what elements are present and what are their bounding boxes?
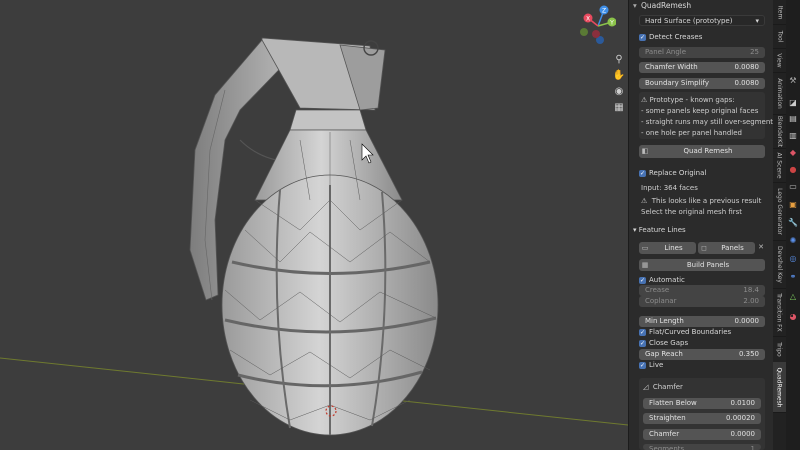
note-line: - straight runs may still over-segment (641, 118, 774, 126)
output-icon[interactable]: ▤ (788, 114, 798, 124)
chamfer-icon: ◿ (643, 383, 649, 391)
note-line: - one hole per panel handled (641, 129, 742, 137)
panel-header[interactable]: ▾ QuadRemesh (633, 0, 691, 11)
svg-text:Y: Y (609, 20, 614, 27)
panel-angle-field[interactable]: Panel Angle 25 (639, 47, 765, 58)
remesh-icon: ◧ (641, 147, 649, 155)
tab-animation[interactable]: Animation (773, 72, 786, 115)
tab-quadremesh[interactable]: QuadRemesh (773, 362, 786, 413)
render-icon[interactable]: ◪ (788, 98, 798, 108)
close-icon[interactable]: ✕ (757, 242, 765, 254)
mode-value: Hard Surface (prototype) (645, 17, 733, 25)
feature-lines-header[interactable]: ▾ Feature Lines (633, 225, 686, 235)
note-title: ⚠ Prototype - known gaps: (641, 96, 735, 104)
material-icon[interactable]: ◕ (788, 312, 798, 322)
feature-tabs: ▭ Lines ◻ Panels ✕ (639, 242, 765, 254)
build-panels-button[interactable]: ▦ Build Panels (639, 259, 765, 271)
warning-icon: ⚠ (641, 96, 648, 104)
zoom-icon[interactable]: ⚲ (612, 52, 626, 66)
panel-title: QuadRemesh (641, 1, 692, 10)
flatten-below-field[interactable]: Flatten Below 0.0100 (643, 398, 761, 409)
warning-line: ⚠ This looks like a previous result (641, 197, 762, 205)
tab-panels[interactable]: ◻ Panels (698, 242, 755, 254)
tab-tripo[interactable]: Tripo (773, 336, 786, 363)
detect-creases-checkbox[interactable]: ✓ Detect Creases (639, 32, 765, 43)
tab-item[interactable]: Item (773, 0, 786, 25)
mode-dropdown[interactable]: Hard Surface (prototype) ▾ (639, 15, 765, 26)
pan-hand-icon[interactable]: ✋ (612, 68, 626, 82)
properties-icon-strip: ⚒ ◪ ▤ ▥ ◆ ● ▭ ▣ 🔧 ✺ ◎ ⚭ △ ◕ (786, 0, 800, 450)
tool-icon[interactable]: ⚒ (788, 76, 798, 86)
lines-icon: ▭ (641, 243, 649, 252)
chevron-down-icon: ▾ (633, 226, 637, 234)
view-layer-icon[interactable]: ▥ (788, 131, 798, 141)
collection-icon[interactable]: ▭ (788, 182, 798, 192)
checkmark-icon: ✓ (639, 170, 646, 177)
close-gaps-checkbox[interactable]: ✓ Close Gaps (639, 338, 765, 349)
note-line: - some panels keep original faces (641, 107, 759, 115)
tab-view[interactable]: View (773, 48, 786, 73)
chevron-down-icon: ▾ (633, 1, 637, 10)
live-checkbox[interactable]: ✓ Live (639, 360, 765, 371)
gap-reach-field[interactable]: Gap Reach 0.350 (639, 349, 765, 360)
grid-icon: ▦ (641, 260, 649, 269)
checkmark-icon: ✓ (639, 340, 646, 347)
scene-icon[interactable]: ◆ (788, 148, 798, 158)
boundary-simplify-field[interactable]: Boundary Simplify 0.0080 (639, 78, 765, 89)
checkmark-icon: ✓ (639, 329, 646, 336)
chevron-down-icon: ▾ (755, 17, 759, 25)
constraints-icon[interactable]: ⚭ (788, 272, 798, 282)
svg-text:Z: Z (602, 8, 606, 15)
checkmark-icon: ✓ (639, 34, 646, 41)
particles-icon[interactable]: ✺ (788, 236, 798, 246)
quadremesh-panel: ▾ QuadRemesh Hard Surface (prototype) ▾ ✓ D… (628, 0, 774, 450)
sidebar-tabs: Item Tool View Animation BlenderKit AI S… (773, 0, 786, 450)
chamfer-width-field[interactable]: Chamfer Width 0.0080 (639, 62, 765, 73)
checkmark-icon: ✓ (639, 362, 646, 369)
tab-lines[interactable]: ▭ Lines (639, 242, 696, 254)
grid-ortho-icon[interactable]: ▦ (612, 100, 626, 114)
quad-remesh-button[interactable]: ◧ Quad Remesh (639, 145, 765, 158)
world-icon[interactable]: ● (788, 165, 798, 175)
straighten-field[interactable]: Straighten 0.00020 (643, 413, 761, 424)
segments-field[interactable]: Segments 1 (643, 444, 761, 450)
min-length-field[interactable]: Min Length 0.0000 (639, 316, 765, 327)
object-icon[interactable]: ▣ (788, 200, 798, 210)
tab-tool[interactable]: Tool (773, 24, 786, 49)
flat-curved-checkbox[interactable]: ✓ Flat/Curved Boundaries (639, 327, 765, 338)
replace-original-checkbox[interactable]: ✓ Replace Original (639, 168, 765, 179)
navigation-gizmo[interactable]: Z Y X (576, 4, 616, 48)
input-info: Input: 364 faces (641, 184, 698, 192)
tab-ai-scene[interactable]: AI Scene (773, 148, 786, 183)
grenade-mesh (0, 37, 628, 436)
tab-blenderkit[interactable]: BlenderKit (773, 114, 786, 149)
warning-icon: ⚠ (641, 197, 648, 205)
tab-transition-fx[interactable]: Transition FX (773, 288, 786, 337)
svg-text:X: X (586, 16, 590, 23)
camera-icon[interactable]: ◉ (612, 84, 626, 98)
modifier-icon[interactable]: 🔧 (788, 218, 798, 228)
chamfer-field[interactable]: Chamfer 0.0000 (643, 429, 761, 440)
tab-lego-generator[interactable]: Lego Generator (773, 182, 786, 241)
physics-icon[interactable]: ◎ (788, 254, 798, 264)
panels-icon: ◻ (701, 243, 707, 252)
tab-devshel-key[interactable]: Devshel Key (773, 240, 786, 289)
coplanar-field[interactable]: Coplanar 2.00 (639, 296, 765, 307)
chamfer-header[interactable]: ◿ Chamfer (643, 382, 683, 392)
warning-sub: Select the original mesh first (641, 208, 743, 216)
3d-viewport[interactable]: Z Y X ⚲ ✋ ◉ ▦ (0, 0, 628, 450)
checkmark-icon: ✓ (639, 277, 646, 284)
data-icon[interactable]: △ (788, 292, 798, 302)
crease-field[interactable]: Crease 18.4 (639, 285, 765, 296)
